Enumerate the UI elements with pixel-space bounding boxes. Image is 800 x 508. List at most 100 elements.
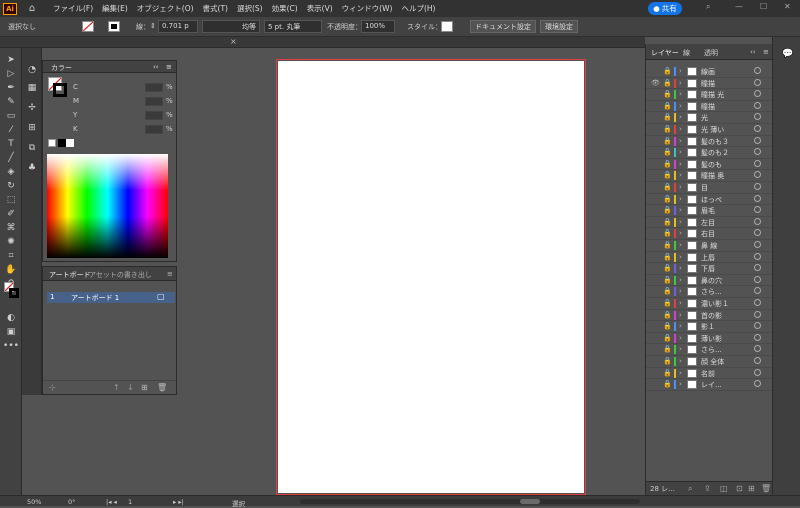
layer-row[interactable]: 🔒 › 瞳描 奥 [646, 170, 773, 182]
panel-menu-icon[interactable]: ≡ [167, 270, 173, 278]
tab-transparency[interactable]: 透明 [704, 48, 718, 58]
maximize-icon[interactable]: ☐ [760, 2, 767, 11]
layer-row[interactable]: 🔒 › 薄い影 [646, 333, 773, 345]
layer-name[interactable]: 顔 全体 [701, 357, 724, 367]
target-icon[interactable] [754, 78, 761, 86]
target-icon[interactable] [754, 217, 761, 225]
layer-name[interactable]: 瞳描 光 [701, 90, 724, 100]
layer-name[interactable]: 左目 [701, 218, 715, 228]
lock-icon[interactable]: 🔒 [663, 171, 672, 179]
layer-name[interactable]: 下唇 [701, 264, 715, 274]
target-icon[interactable] [754, 368, 761, 376]
lock-icon[interactable]: 🔒 [663, 287, 672, 295]
stroke-weight-input[interactable]: 0.701 p [158, 20, 198, 33]
menu-window[interactable]: ウィンドウ(W) [342, 3, 393, 14]
graphic-style-swatch[interactable] [441, 21, 453, 32]
swatches-icon[interactable]: ▦ [25, 82, 39, 94]
expand-arrow-icon[interactable]: › [679, 90, 682, 98]
layer-row[interactable]: 🔒 › さら... [646, 286, 773, 298]
curvature-tool-icon[interactable]: ✎ [4, 96, 18, 108]
menu-edit[interactable]: 編集(E) [102, 3, 128, 14]
expand-arrow-icon[interactable]: › [679, 345, 682, 353]
panel-menu-icon[interactable]: ≡ [763, 48, 769, 56]
document-setup-button[interactable]: ドキュメント設定 [470, 20, 536, 33]
lock-icon[interactable]: 🔒 [663, 218, 672, 226]
brush-definition[interactable]: 5 pt. 丸筆 [264, 20, 322, 33]
expand-arrow-icon[interactable]: › [679, 253, 682, 261]
rotate-view[interactable]: 0° [68, 498, 75, 506]
expand-arrow-icon[interactable]: › [679, 311, 682, 319]
cyan-input[interactable] [145, 83, 163, 92]
expand-arrow-icon[interactable]: › [679, 206, 682, 214]
expand-arrow-icon[interactable]: › [679, 125, 682, 133]
layer-row[interactable]: 🔒 › 線画 [646, 66, 773, 78]
layer-row[interactable]: 👁 🔒 › 瞳描 [646, 78, 773, 90]
horizontal-scrollbar[interactable] [300, 499, 640, 504]
minimize-icon[interactable]: — [735, 2, 743, 11]
expand-arrow-icon[interactable]: › [679, 369, 682, 377]
layer-row[interactable]: 🔒 › 下唇 [646, 263, 773, 275]
artboard-number[interactable]: 1 [128, 498, 132, 506]
color-spectrum[interactable] [47, 154, 168, 258]
new-layer-icon[interactable]: ⊞ [748, 484, 755, 493]
tab-asset-export[interactable]: アセットの書き出し [89, 270, 152, 280]
tab-layers[interactable]: レイヤー [651, 48, 679, 58]
tab-stroke[interactable]: 線 [683, 48, 690, 58]
target-icon[interactable] [754, 241, 761, 248]
layer-name[interactable]: 薄い影 [701, 334, 722, 344]
layer-name[interactable]: 髪のも３ [701, 137, 729, 147]
black-input[interactable] [145, 125, 163, 134]
layer-row[interactable]: 🔒 › 首の影 [646, 310, 773, 322]
target-icon[interactable] [754, 252, 761, 260]
lock-icon[interactable]: 🔒 [663, 90, 672, 98]
clip-mask-icon[interactable]: ◫ [720, 484, 728, 493]
expand-arrow-icon[interactable]: › [679, 276, 682, 284]
layer-row[interactable]: 🔒 › 光 薄い [646, 124, 773, 136]
symbol-sprayer-icon[interactable]: ✺ [4, 236, 18, 248]
new-artboard-icon[interactable]: ⊞ [141, 383, 148, 392]
layer-row[interactable]: 🔒 › 鼻の穴 [646, 275, 773, 287]
tab-artboards[interactable]: アートボード [49, 270, 91, 280]
prev-artboard-icon[interactable]: |◂ ◂ [106, 498, 117, 506]
layer-row[interactable]: 🔒 › 眉毛 [646, 205, 773, 217]
layer-row[interactable]: 🔒 › 髪のも２ [646, 147, 773, 159]
layer-name[interactable]: 眉毛 [701, 206, 715, 216]
collapse-icon[interactable]: ‹‹ [750, 48, 756, 56]
layer-name[interactable]: さら... [701, 287, 722, 297]
target-icon[interactable] [754, 333, 761, 341]
stroke-stepper-icon[interactable]: ⇕ [150, 22, 156, 30]
expand-arrow-icon[interactable]: › [679, 241, 682, 249]
lock-icon[interactable]: 🔒 [663, 334, 672, 342]
layer-row[interactable]: 🔒 › 目 [646, 182, 773, 194]
rotate-tool-icon[interactable]: ↻ [4, 180, 18, 192]
target-icon[interactable] [754, 183, 761, 190]
lock-icon[interactable]: 🔒 [663, 125, 672, 133]
target-icon[interactable] [754, 113, 761, 121]
menu-help[interactable]: ヘルプ(H) [401, 3, 435, 14]
expand-arrow-icon[interactable]: › [679, 380, 682, 388]
layer-name[interactable]: 濃い影１ [701, 299, 729, 309]
drawing-mode-icon[interactable]: ◐ [4, 312, 18, 324]
lock-icon[interactable]: 🔒 [663, 322, 672, 330]
expand-arrow-icon[interactable]: › [679, 79, 682, 87]
layer-name[interactable]: 影１ [701, 322, 715, 332]
target-icon[interactable] [754, 357, 761, 364]
target-icon[interactable] [754, 206, 761, 214]
layer-row[interactable]: 🔒 › 髪のも [646, 159, 773, 171]
layer-name[interactable]: 鼻 線 [701, 241, 717, 251]
target-icon[interactable] [754, 264, 761, 272]
menu-type[interactable]: 書式(T) [203, 3, 228, 14]
menu-effect[interactable]: 効果(C) [272, 3, 298, 14]
pen-tool-icon[interactable]: ✒ [4, 82, 18, 94]
expand-arrow-icon[interactable]: › [679, 322, 682, 330]
rectangle-tool-icon[interactable]: ▭ [4, 110, 18, 122]
visibility-icon[interactable]: 👁 [651, 79, 660, 87]
white-swatch[interactable] [66, 139, 74, 147]
scale-tool-icon[interactable]: ⬚ [4, 194, 18, 206]
target-icon[interactable] [754, 287, 761, 295]
new-sublayer-icon[interactable]: ⊡ [736, 484, 743, 493]
expand-arrow-icon[interactable]: › [679, 229, 682, 237]
share-button[interactable]: ● 共有 [648, 2, 682, 15]
yellow-input[interactable] [145, 111, 163, 120]
expand-arrow-icon[interactable]: › [679, 171, 682, 179]
